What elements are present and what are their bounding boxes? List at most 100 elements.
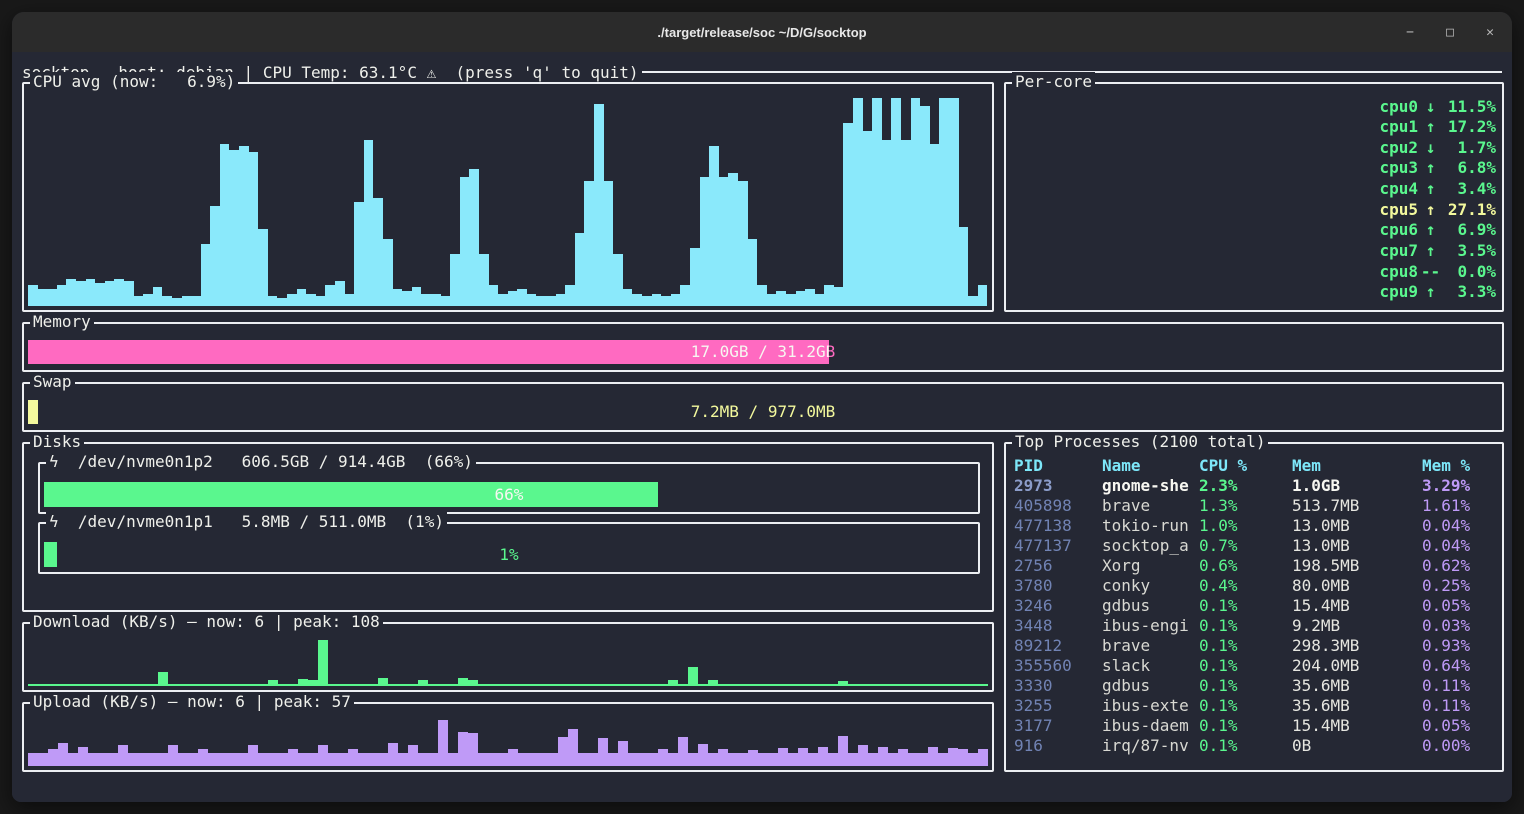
cell-pid: 3177 [1014, 716, 1102, 736]
process-table-header: PIDNameCPU %MemMem % [1006, 456, 1502, 476]
cell-memp: 0.00% [1422, 736, 1502, 756]
memory-panel-title: Memory [30, 312, 94, 332]
cell-cpu: 0.1% [1199, 656, 1292, 676]
cell-name: gdbus [1102, 596, 1199, 616]
core-label-cpu2: cpu2↓1.7% [1379, 138, 1496, 157]
core-label-cpu0: cpu0↓11.5% [1379, 97, 1496, 116]
cell-name: conky [1102, 576, 1199, 596]
process-row[interactable]: 3255ibus-exte0.1%35.6MB0.11% [1006, 696, 1502, 716]
cpu-history-chart [28, 98, 988, 306]
process-row[interactable]: 477138tokio-run1.0%13.0MB0.04% [1006, 516, 1502, 536]
core-sparkline-cpu3 [1014, 158, 1371, 178]
screenshot-stage: ./target/release/soc ~/D/G/socktop − □ ✕… [0, 0, 1524, 814]
core-sparkline-cpu8 [1014, 261, 1371, 281]
core-label-cpu1: cpu1↑17.2% [1379, 117, 1496, 136]
cell-name: ibus-daem [1102, 716, 1199, 736]
gauge-label-on-fill: 7.2MB / 977.0MB [28, 400, 38, 424]
disk-panel-nvme0n1p2: ϟ /dev/nvme0n1p2 606.5GB / 914.4GB (66%)… [38, 462, 980, 514]
gauge-label: 7.2MB / 977.0MB [28, 400, 1498, 424]
cell-name: tokio-run [1102, 516, 1199, 536]
cell-mem: 0B [1292, 736, 1422, 756]
cell-name: ibus-engi [1102, 616, 1199, 636]
disk-label: /dev/nvme0n1p1 5.8MB / 511.0MB (1%) [59, 512, 444, 532]
process-row[interactable]: 405898brave1.3%513.7MB1.61% [1006, 496, 1502, 516]
cell-cpu: 0.1% [1199, 676, 1292, 696]
process-row[interactable]: 89212brave0.1%298.3MB0.93% [1006, 636, 1502, 656]
core-label-cpu3: cpu3↑6.8% [1379, 158, 1496, 177]
trend-up-icon: ↑ [1419, 179, 1442, 198]
cell-cpu: 1.3% [1199, 496, 1292, 516]
cell-mem: 198.5MB [1292, 556, 1422, 576]
core-row-cpu0: cpu0↓11.5% [1014, 96, 1496, 116]
gauge-label-on-fill: 17.0GB / 31.2GB [28, 340, 829, 364]
process-row[interactable]: 2973gnome-she2.3%1.0GB3.29% [1006, 476, 1502, 496]
gauge-label: 1% [44, 542, 974, 567]
disks-panel-title: Disks [30, 432, 84, 452]
terminal-window: ./target/release/soc ~/D/G/socktop − □ ✕… [12, 12, 1512, 802]
cell-name: Xorg [1102, 556, 1199, 576]
cell-cpu: 0.1% [1199, 696, 1292, 716]
process-row[interactable]: 3177ibus-daem0.1%15.4MB0.05% [1006, 716, 1502, 736]
cell-memp: 0.05% [1422, 716, 1502, 736]
disks-panel: Disks ϟ /dev/nvme0n1p2 606.5GB / 914.4GB… [22, 442, 994, 612]
close-button[interactable]: ✕ [1482, 25, 1498, 40]
process-row[interactable]: 916irq/87-nv0.1%0B0.00% [1006, 736, 1502, 756]
process-row[interactable]: 477137socktop_a0.7%13.0MB0.04% [1006, 536, 1502, 556]
cell-mem: 35.6MB [1292, 696, 1422, 716]
maximize-button[interactable]: □ [1442, 25, 1458, 40]
column-header-cpu-[interactable]: CPU % [1199, 456, 1292, 476]
cell-mem: 13.0MB [1292, 516, 1422, 536]
trend-down-icon: ↓ [1419, 97, 1442, 116]
column-header-pid[interactable]: PID [1014, 456, 1102, 476]
minimize-button[interactable]: − [1402, 25, 1418, 40]
column-header-mem[interactable]: Mem [1292, 456, 1422, 476]
cell-cpu: 0.1% [1199, 716, 1292, 736]
cell-pid: 477138 [1014, 516, 1102, 536]
cell-cpu: 0.1% [1199, 596, 1292, 616]
core-label-cpu9: cpu9↑3.3% [1379, 282, 1496, 301]
core-row-cpu5: cpu5↑27.1% [1014, 199, 1496, 219]
process-row[interactable]: 3246gdbus0.1%15.4MB0.05% [1006, 596, 1502, 616]
process-row[interactable]: 3448ibus-engi0.1%9.2MB0.03% [1006, 616, 1502, 636]
cell-pid: 2973 [1014, 476, 1102, 496]
core-sparkline-cpu9 [1014, 282, 1371, 302]
process-row[interactable]: 3780conky0.4%80.0MB0.25% [1006, 576, 1502, 596]
cell-pid: 3448 [1014, 616, 1102, 636]
disk-title-nvme0n1p2: ϟ /dev/nvme0n1p2 606.5GB / 914.4GB (66%) [46, 452, 476, 472]
column-header-mem-[interactable]: Mem % [1422, 456, 1502, 476]
window-controls: − □ ✕ [1402, 12, 1498, 52]
core-row-cpu3: cpu3↑6.8% [1014, 158, 1496, 178]
cell-pid: 3246 [1014, 596, 1102, 616]
core-row-cpu7: cpu7↑3.5% [1014, 241, 1496, 261]
cell-cpu: 1.0% [1199, 516, 1292, 536]
cell-mem: 9.2MB [1292, 616, 1422, 636]
process-table: PIDNameCPU %MemMem %2973gnome-she2.3%1.0… [1006, 456, 1502, 766]
gauge-label-on-fill: 66% [44, 482, 658, 507]
cell-name: slack [1102, 656, 1199, 676]
app-header-line: socktop — host: debian | CPU Temp: 63.1°… [22, 61, 1502, 83]
trend-up-icon: ↑ [1419, 241, 1442, 260]
cell-cpu: 2.3% [1199, 476, 1292, 496]
memory-gauge: 17.0GB / 31.2GB17.0GB / 31.2GB [28, 340, 1498, 364]
cell-mem: 15.4MB [1292, 596, 1422, 616]
process-row[interactable]: 355560slack0.1%204.0MB0.64% [1006, 656, 1502, 676]
cell-mem: 80.0MB [1292, 576, 1422, 596]
disk-gauge-nvme0n1p2: 66%66% [44, 482, 974, 507]
terminal-content: socktop — host: debian | CPU Temp: 63.1°… [12, 52, 1512, 802]
download-chart [28, 640, 988, 686]
disk-icon: ϟ [49, 452, 59, 472]
swap-panel: Swap 7.2MB / 977.0MB7.2MB / 977.0MB [22, 382, 1504, 432]
core-row-cpu1: cpu1↑17.2% [1014, 117, 1496, 137]
process-row[interactable]: 2756Xorg0.6%198.5MB0.62% [1006, 556, 1502, 576]
process-row[interactable]: 3330gdbus0.1%35.6MB0.11% [1006, 676, 1502, 696]
core-label-cpu7: cpu7↑3.5% [1379, 241, 1496, 260]
window-titlebar[interactable]: ./target/release/soc ~/D/G/socktop − □ ✕ [12, 12, 1512, 52]
disk-panel-nvme0n1p1: ϟ /dev/nvme0n1p1 5.8MB / 511.0MB (1%) 1%… [38, 522, 980, 574]
column-header-name[interactable]: Name [1102, 456, 1199, 476]
cell-name: gnome-she [1102, 476, 1199, 496]
cell-memp: 0.04% [1422, 536, 1502, 556]
memory-panel: Memory 17.0GB / 31.2GB17.0GB / 31.2GB [22, 322, 1504, 372]
swap-panel-title: Swap [30, 372, 75, 392]
cell-memp: 0.93% [1422, 636, 1502, 656]
per-core-panel: Per-core cpu0↓11.5%cpu1↑17.2%cpu2↓1.7%cp… [1004, 82, 1504, 312]
